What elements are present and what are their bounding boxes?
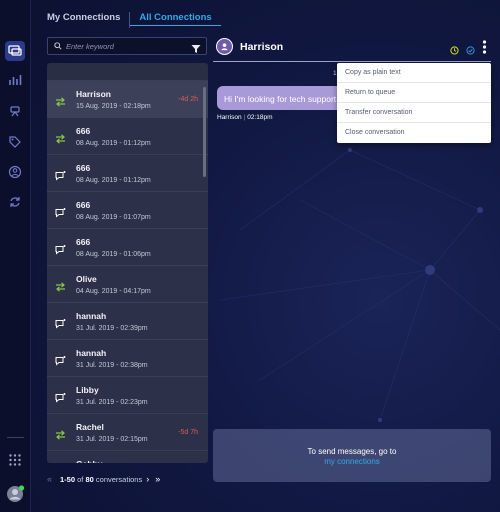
chat-icon (55, 353, 66, 371)
conversation-row[interactable]: 666 08 Aug. 2019 - 01:12pm (47, 155, 208, 192)
chat-icon (55, 390, 66, 408)
connection-tabs: My Connections All Connections (47, 12, 221, 28)
first-page-icon[interactable]: « (47, 474, 52, 484)
conversation-date: 31 Jul. 2019 - 02:39pm (76, 325, 148, 332)
chat-contact-name: Harrison (240, 41, 284, 53)
conversation-name: 666 (76, 163, 91, 173)
message-time: 02:18pm (247, 114, 273, 121)
tab-my-connections[interactable]: My Connections (47, 12, 131, 28)
search-box (47, 37, 207, 55)
nav-tags-icon[interactable] (5, 132, 25, 152)
transfer-icon (55, 94, 66, 112)
conversation-row[interactable]: Harrison 15 Aug. 2019 - 02:18pm -4d 2h (47, 81, 208, 118)
chat-icon (55, 168, 66, 186)
conversation-date: 31 Jul. 2019 - 02:15pm (76, 436, 148, 443)
tab-all-connections[interactable]: All Connections (130, 12, 221, 26)
list-scrollbar[interactable] (203, 87, 206, 177)
conversation-name: hannah (76, 348, 107, 358)
page-suffix: conversations (95, 474, 143, 484)
chat-icon (55, 242, 66, 260)
menu-return-to-queue[interactable]: Return to queue (337, 83, 491, 103)
nav-conversations-icon[interactable] (5, 41, 25, 61)
apps-grid-icon[interactable] (5, 450, 25, 470)
nav-sync-icon[interactable] (5, 192, 25, 212)
list-header-spacer (47, 63, 208, 81)
conversation-row[interactable]: hannah 31 Jul. 2019 - 02:38pm (47, 340, 208, 377)
wait-time-badge: -5d 7h (178, 429, 198, 436)
left-nav-rail (0, 0, 31, 512)
menu-copy-plain-text[interactable]: Copy as plain text (337, 63, 491, 83)
conversation-row[interactable]: Gabby (47, 451, 208, 463)
conversation-row[interactable]: Rachel 31 Jul. 2019 - 02:15pm -5d 7h (47, 414, 208, 451)
composer-notice: To send messages, go to my connections (213, 429, 491, 482)
nav-bot-icon[interactable] (5, 101, 25, 121)
conversation-name: Libby (76, 385, 99, 395)
message-meta: Harrison | 02:18pm (217, 114, 273, 121)
menu-close-conversation[interactable]: Close conversation (337, 123, 491, 143)
wait-time-badge: -4d 2h (178, 96, 198, 103)
conversation-date: 04 Aug. 2019 - 04:17pm (76, 288, 151, 295)
conversation-name: 666 (76, 200, 91, 210)
resolve-check-icon[interactable] (466, 42, 475, 60)
transfer-icon (55, 279, 66, 297)
chat-icon (55, 205, 66, 223)
conversation-row[interactable]: Libby 31 Jul. 2019 - 02:23pm (47, 377, 208, 414)
total-count: 80 (85, 474, 94, 484)
transfer-icon (55, 427, 66, 445)
filter-icon[interactable] (191, 41, 201, 59)
search-input[interactable] (66, 41, 184, 51)
conversation-date: 08 Aug. 2019 - 01:06pm (76, 251, 151, 258)
conversation-date: 08 Aug. 2019 - 01:12pm (76, 140, 151, 147)
menu-transfer-conversation[interactable]: Transfer conversation (337, 103, 491, 123)
conversation-list[interactable]: Harrison 15 Aug. 2019 - 02:18pm -4d 2h 666 0… (47, 63, 208, 463)
conversation-name: Rachel (76, 422, 104, 432)
page-of: of (77, 474, 84, 484)
online-status-dot (18, 485, 24, 491)
more-options-icon[interactable] (482, 40, 487, 59)
nav-divider (7, 437, 24, 438)
conversation-row[interactable]: hannah 31 Jul. 2019 - 02:39pm (47, 303, 208, 340)
conversation-name: 666 (76, 126, 91, 136)
user-avatar[interactable] (5, 484, 25, 504)
conversation-name: Gabby (76, 459, 102, 463)
nav-contacts-icon[interactable] (5, 162, 25, 182)
conversation-row[interactable]: 666 08 Aug. 2019 - 01:06pm (47, 229, 208, 266)
conversation-name: 666 (76, 237, 91, 247)
transfer-icon (55, 131, 66, 149)
conversation-row[interactable]: 666 08 Aug. 2019 - 01:07pm (47, 192, 208, 229)
timer-icon[interactable] (450, 42, 459, 60)
my-connections-link[interactable]: my connections (213, 457, 491, 467)
next-page-icon[interactable]: › (146, 474, 149, 484)
search-icon (54, 37, 62, 55)
conversation-name: Harrison (76, 89, 111, 99)
message-sender: Harrison (217, 114, 242, 121)
message-bubble: Hi I'm looking for tech support (217, 86, 345, 110)
conversation-row[interactable]: Olive 04 Aug. 2019 - 04:17pm (47, 266, 208, 303)
last-page-icon[interactable]: » (155, 474, 160, 484)
pagination: « 1-50 of 80 conversations › » (47, 474, 162, 484)
composer-text: To send messages, go to (307, 447, 397, 456)
conversation-date: 08 Aug. 2019 - 01:07pm (76, 214, 151, 221)
conversation-name: hannah (76, 311, 107, 321)
chat-icon (55, 316, 66, 334)
conversation-date: 15 Aug. 2019 - 02:18pm (76, 103, 151, 110)
contact-avatar (216, 38, 233, 55)
conversation-name: Olive (76, 274, 97, 284)
conversation-date: 08 Aug. 2019 - 01:12pm (76, 177, 151, 184)
conversation-date: 31 Jul. 2019 - 02:38pm (76, 362, 148, 369)
conversation-row[interactable]: 666 08 Aug. 2019 - 01:12pm (47, 118, 208, 155)
page-range: 1-50 (60, 474, 76, 484)
options-menu: Copy as plain text Return to queue Trans… (337, 63, 491, 143)
nav-analytics-icon[interactable] (5, 70, 25, 90)
conversation-date: 31 Jul. 2019 - 02:23pm (76, 399, 148, 406)
chat-header: Harrison (213, 36, 491, 62)
